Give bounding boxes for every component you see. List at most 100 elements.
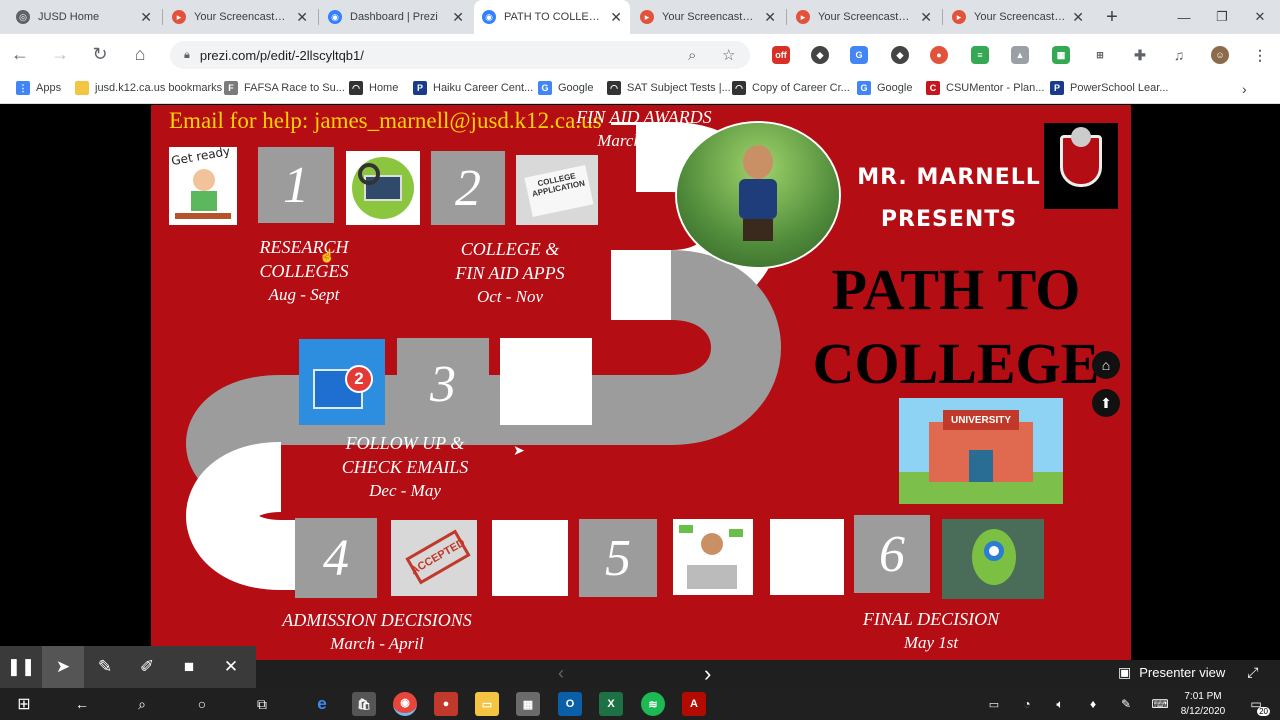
bookmark-jusd[interactable]: jusd.k12.ca.us bookmarks <box>75 81 222 95</box>
kid-head-shape <box>193 169 215 191</box>
path-to-college-slide: Email for help: james_marnell@jusd.k12.c… <box>151 105 1131 660</box>
step-3-label: FOLLOW UP & CHECK EMAILS Dec - May <box>311 431 499 503</box>
extension-puzzle-icon[interactable]: ▲ <box>1011 46 1029 64</box>
extension-notes-icon[interactable]: ≡ <box>971 46 989 64</box>
close-tab-icon[interactable]: ✕ <box>296 9 308 26</box>
extension-adblock-icon[interactable]: off <box>772 46 790 64</box>
tab-screencasts-3[interactable]: ▸ Your Screencasts - Sc ✕ <box>788 0 940 34</box>
close-tab-icon[interactable]: ✕ <box>1072 9 1084 26</box>
step-6-dates: May 1st <box>903 633 959 652</box>
file-explorer-icon[interactable]: ▭ <box>475 692 499 716</box>
back-arrow-icon[interactable]: ← <box>8 42 32 66</box>
lock-icon: 🔒︎ <box>184 48 190 61</box>
pause-icon[interactable]: ❚❚ <box>0 646 42 688</box>
career-icon: ◠ <box>732 81 746 95</box>
extension-sheets-icon[interactable]: ▦ <box>1052 46 1070 64</box>
acrobat-icon[interactable]: A <box>682 692 706 716</box>
pointer-tool-icon[interactable]: ➤ <box>42 646 84 688</box>
bookmarks-more-chevron-icon[interactable]: › <box>1242 81 1247 97</box>
tab-screencasts-2[interactable]: ▸ Your Screencasts - Sc ✕ <box>632 0 784 34</box>
windows-start-icon[interactable]: ⊞ <box>12 692 36 716</box>
next-slide-icon[interactable]: › <box>704 661 711 687</box>
bookmark-fafsa[interactable]: F FAFSA Race to Su... <box>224 81 345 95</box>
step-3-line1: FOLLOW UP & <box>345 433 465 453</box>
tab-screencasts-1[interactable]: ▸ Your Screencasts - Sc ✕ <box>164 0 316 34</box>
tab-prezi-dashboard[interactable]: ◉ Dashboard | Prezi ✕ <box>320 0 472 34</box>
edge-icon[interactable]: e <box>310 692 334 716</box>
tab-jusd-home[interactable]: ◎ JUSD Home ✕ <box>8 0 160 34</box>
bookmark-home[interactable]: ◠ Home <box>349 81 398 95</box>
battery-icon[interactable]: ▭ <box>982 692 1006 716</box>
highlighter-tool-icon[interactable]: ✐ <box>126 646 168 688</box>
extension-grid-icon[interactable]: ⊞ <box>1091 46 1109 64</box>
bookmark-powerschool[interactable]: P PowerSchool Lear... <box>1050 81 1168 95</box>
extensions-icon[interactable]: ✚ <box>1131 46 1149 64</box>
magnifier-icon <box>358 163 380 185</box>
presenter-view-button[interactable]: ▣ Presenter view ⤢ <box>1118 664 1258 681</box>
home-icon[interactable]: ⌂ <box>128 42 152 66</box>
extension-shield-icon[interactable]: ◆ <box>891 46 909 64</box>
minimize-button[interactable]: — <box>1164 0 1204 34</box>
bookmark-google-1[interactable]: G Google <box>538 81 593 95</box>
calculator-icon[interactable]: ▦ <box>516 692 540 716</box>
task-view-icon[interactable]: ⧉ <box>250 692 274 716</box>
bookmark-haiku[interactable]: P Haiku Career Cent... <box>413 81 533 95</box>
spotify-icon[interactable]: ≋ <box>641 692 665 716</box>
volume-icon[interactable]: 🔈︎ <box>1048 692 1072 716</box>
pen-workspace-icon[interactable]: ✎ <box>1114 692 1138 716</box>
reload-icon[interactable]: ↻ <box>88 42 112 66</box>
pen-tool-icon[interactable]: ✎ <box>84 646 126 688</box>
close-tab-icon[interactable]: ✕ <box>610 9 622 26</box>
new-tab-button[interactable]: + <box>1092 0 1132 34</box>
screencast-app-icon[interactable]: ● <box>434 692 458 716</box>
close-tab-icon[interactable]: ✕ <box>452 9 464 26</box>
bookmark-sat[interactable]: ◠ SAT Subject Tests |... <box>607 81 731 95</box>
close-tab-icon[interactable]: ✕ <box>764 9 776 26</box>
maximize-button[interactable]: ❐ <box>1202 0 1242 34</box>
close-window-button[interactable]: ✕ <box>1240 0 1280 34</box>
back-taskbar-icon[interactable]: ← <box>70 692 94 716</box>
microphone-icon[interactable]: ♦ <box>1081 692 1105 716</box>
bookmark-label: SAT Subject Tests |... <box>627 82 731 94</box>
system-clock[interactable]: 7:01 PM 8/12/2020 <box>1172 689 1234 719</box>
tab-screencasts-4[interactable]: ▸ Your Screencasts - Sc ✕ <box>944 0 1092 34</box>
chrome-icon[interactable]: ◉ <box>393 692 417 716</box>
keyboard-icon[interactable]: ⌨ <box>1148 692 1172 716</box>
close-toolbar-icon[interactable]: ✕ <box>210 646 252 688</box>
step-5-line1: FIN AID AWARDS <box>576 107 712 127</box>
tab-path-to-college[interactable]: ◉ PATH TO COLLEGE | P ✕ <box>474 0 630 34</box>
cortana-icon[interactable]: ○ <box>190 692 214 716</box>
media-control-icon[interactable]: ♫ <box>1170 46 1188 64</box>
bookmark-star-icon[interactable]: ☆ <box>722 46 735 64</box>
bookmark-google-2[interactable]: G Google <box>857 81 912 95</box>
profile-avatar[interactable]: ☺ <box>1211 46 1229 64</box>
bookmark-career[interactable]: ◠ Copy of Career Cr... <box>732 81 850 95</box>
step-4-line1: ADMISSION DECISIONS <box>282 610 472 630</box>
store-icon[interactable]: 🛍︎ <box>352 692 376 716</box>
forward-arrow-icon[interactable]: → <box>48 42 72 66</box>
prezi-back-up-button[interactable]: ⬆ <box>1092 389 1120 417</box>
notification-center-icon[interactable]: ▭ 20 <box>1244 692 1270 716</box>
wifi-icon[interactable]: ◔ <box>1015 692 1039 716</box>
step-2-box: 2 <box>431 151 505 225</box>
close-tab-icon[interactable]: ✕ <box>140 9 152 26</box>
zoom-icon[interactable]: ⌕ <box>688 47 696 64</box>
extension-screencast-icon[interactable]: ● <box>930 46 948 64</box>
bookmark-csumentor[interactable]: C CSUMentor - Plan... <box>926 81 1044 95</box>
webcam-icon[interactable]: ■ <box>168 646 210 688</box>
tab-title: Your Screencasts - Sc <box>818 11 914 23</box>
menu-dots-icon[interactable]: ⋮ <box>1251 46 1269 64</box>
address-bar[interactable]: 🔒︎ prezi.com/p/edit/-2llscyltqb1/ ⌕ ☆ <box>170 41 750 69</box>
search-icon[interactable]: ⌕ <box>130 692 154 716</box>
fullscreen-icon[interactable]: ⤢ <box>1247 664 1258 681</box>
prezi-home-button[interactable]: ⌂ <box>1092 351 1120 379</box>
excel-icon[interactable]: X <box>599 692 623 716</box>
bookmark-label: jusd.k12.ca.us bookmarks <box>95 82 223 94</box>
extension-shield-icon[interactable]: ◆ <box>811 46 829 64</box>
bookmark-apps[interactable]: ⋮ Apps <box>16 81 61 95</box>
extension-translate-icon[interactable]: G <box>850 46 868 64</box>
previous-slide-icon[interactable]: ‹ <box>558 663 564 684</box>
university-sign: UNIVERSITY <box>943 410 1019 430</box>
close-tab-icon[interactable]: ✕ <box>920 9 932 26</box>
outlook-icon[interactable]: O <box>558 692 582 716</box>
